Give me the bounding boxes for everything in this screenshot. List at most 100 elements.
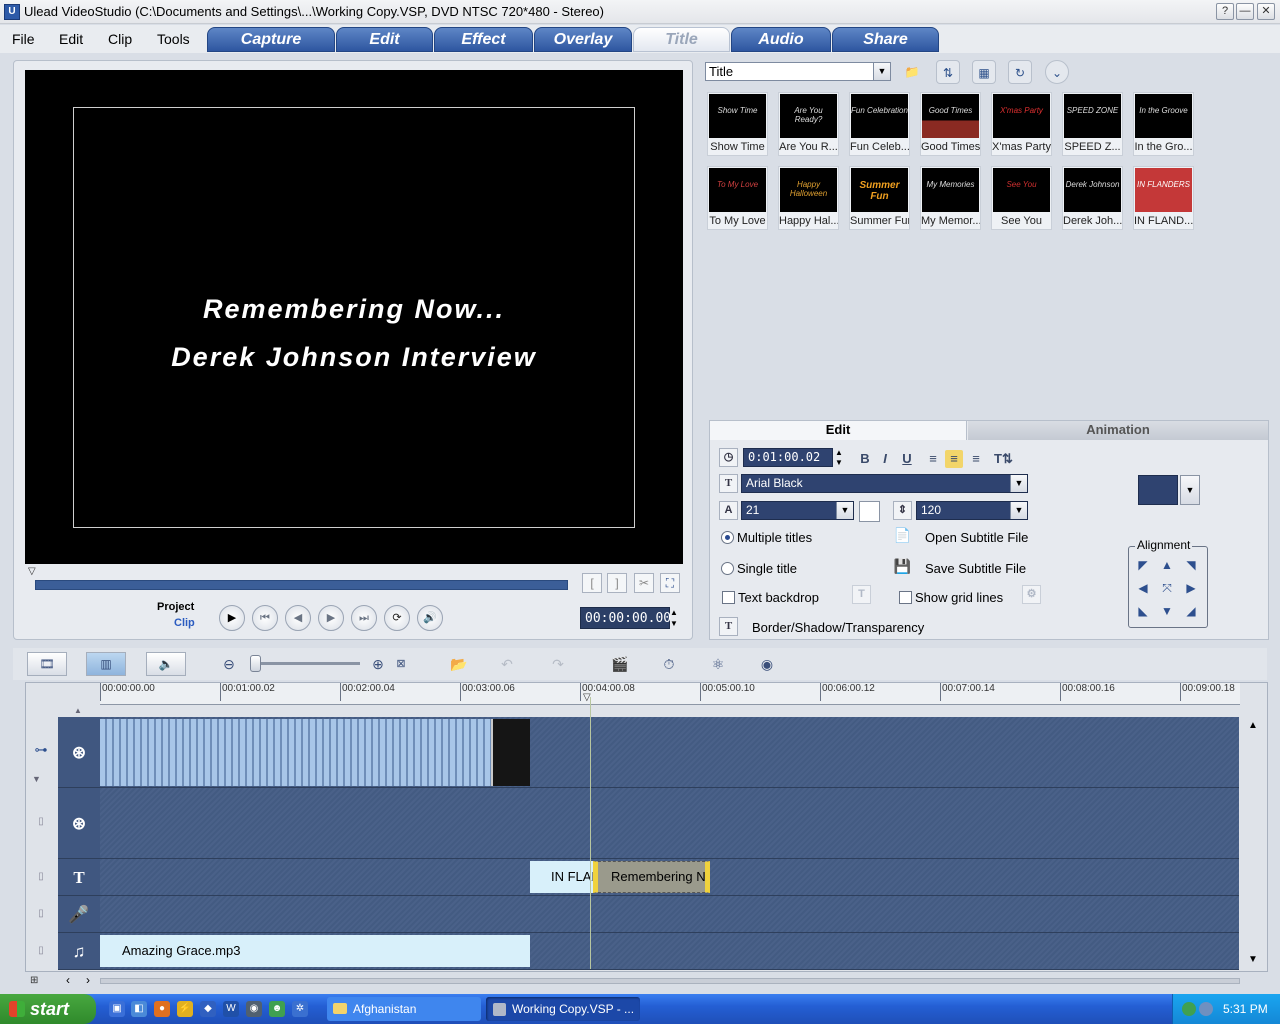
text-color-swatch[interactable]	[1138, 475, 1178, 505]
lock-icon[interactable]: ▯	[30, 867, 52, 887]
align-left-arrow-icon[interactable]: ◀	[1135, 580, 1151, 596]
tab-share[interactable]: Share	[832, 27, 939, 52]
backdrop-settings-icon[interactable]: T	[852, 585, 871, 604]
scroll-left-icon[interactable]: ‹	[66, 973, 70, 987]
desktop-icon[interactable]: ▣	[109, 1001, 125, 1017]
close-button[interactable]: ✕	[1257, 3, 1275, 20]
home-icon[interactable]: ⏮	[252, 605, 278, 631]
library-item[interactable]: In the Groove In the Gro...	[1133, 92, 1194, 156]
messenger-tray-icon[interactable]	[1182, 1002, 1196, 1016]
library-manager-icon[interactable]: ↻	[1008, 60, 1032, 84]
save-subtitle-icon[interactable]: 💾	[893, 558, 912, 577]
preview-screen[interactable]: Remembering Now... Derek Johnson Intervi…	[25, 70, 683, 564]
video-clip[interactable]	[100, 719, 491, 786]
library-item[interactable]: To My Love To My Love	[707, 166, 768, 230]
library-item[interactable]: X'mas Party X'mas Party	[991, 92, 1052, 156]
timeline-view-icon[interactable]: ▥	[86, 652, 126, 676]
zoom-slider-track[interactable]	[250, 662, 360, 665]
timecode-display[interactable]: 00:00:00.00	[580, 607, 671, 629]
timeline-horizontal-scrollbar[interactable]	[100, 978, 1240, 984]
music-track-icon[interactable]: ♫	[58, 933, 100, 970]
italic-button[interactable]: I	[876, 450, 894, 468]
tray-app-icon[interactable]: ✲	[292, 1001, 308, 1017]
winamp-icon[interactable]: ⚡	[177, 1001, 193, 1017]
menu-clip[interactable]: Clip	[108, 31, 132, 47]
mark-out-button[interactable]: ]	[607, 573, 627, 593]
media-icon[interactable]: ◉	[246, 1001, 262, 1017]
scrubber-marker-icon[interactable]: ▽	[28, 566, 36, 577]
chevron-down-icon[interactable]: ▼	[873, 63, 890, 80]
duration-spinner-icon[interactable]: ▲ ▼	[835, 448, 843, 468]
library-item[interactable]: Summer Fun Summer Fun	[849, 166, 910, 230]
font-dropdown[interactable]: Arial Black ▼	[741, 474, 1028, 493]
align-left-icon[interactable]: ≡	[924, 450, 942, 468]
border-shadow-transparency-button[interactable]: Border/Shadow/Transparency	[752, 620, 924, 635]
save-subtitle-button[interactable]: Save Subtitle File	[925, 561, 1026, 576]
time-ruler[interactable]: 00:00:00.00 00:01:00.02 00:02:00.04 00:0…	[100, 683, 1240, 705]
surround-sound-icon[interactable]: ◉	[754, 652, 780, 676]
messenger-icon[interactable]: ☻	[269, 1001, 285, 1017]
grid-settings-icon[interactable]: ⚙	[1022, 585, 1041, 604]
align-right-icon[interactable]: ≡	[967, 450, 985, 468]
sort-icon[interactable]: ⇅	[936, 60, 960, 84]
scroll-up-icon[interactable]: ▲	[1248, 720, 1258, 731]
project-mode-label[interactable]: Project	[157, 601, 194, 613]
align-center-icon[interactable]: ≡	[945, 450, 963, 468]
lock-icon[interactable]: ▯	[30, 941, 52, 961]
align-top-left-icon[interactable]: ◤	[1135, 557, 1151, 573]
help-button[interactable]: ?	[1216, 3, 1234, 20]
voice-track[interactable]	[100, 896, 1239, 933]
video-clip[interactable]	[491, 719, 530, 786]
insert-media-icon[interactable]: 📂	[446, 652, 472, 676]
library-item[interactable]: Derek Johnson Derek Joh...	[1062, 166, 1123, 230]
library-category-dropdown[interactable]: Title ▼	[705, 62, 891, 81]
tab-effect[interactable]: Effect	[434, 27, 533, 52]
library-item[interactable]: Good Times Good Times	[920, 92, 981, 156]
add-track-icon[interactable]: ⊞	[30, 975, 38, 986]
ripple-options-chevron-icon[interactable]: ▼	[32, 774, 41, 784]
overlay-track-icon[interactable]: ⊛	[58, 788, 100, 859]
firefox-icon[interactable]: ●	[154, 1001, 170, 1017]
library-item[interactable]: IN FLANDERS IN FLAND...	[1133, 166, 1194, 230]
overlay-track[interactable]	[100, 788, 1239, 859]
align-right-arrow-icon[interactable]: ▶	[1183, 580, 1199, 596]
fit-project-icon[interactable]: ⊠	[388, 652, 414, 676]
font-color-swatch[interactable]	[859, 501, 880, 522]
menu-file[interactable]: File	[12, 31, 35, 47]
library-item[interactable]: Happy Halloween Happy Hal...	[778, 166, 839, 230]
chevron-down-icon[interactable]: ▼	[1010, 502, 1027, 519]
expand-options-icon[interactable]: ⌄	[1045, 60, 1069, 84]
library-item[interactable]: Are You Ready? Are You R...	[778, 92, 839, 156]
cut-clip-icon[interactable]: ✂	[634, 573, 654, 593]
repeat-icon[interactable]: ⟳	[384, 605, 410, 631]
show-grid-lines-checkbox[interactable]	[899, 591, 912, 604]
library-item[interactable]: SPEED ZONE SPEED Z...	[1062, 92, 1123, 156]
tab-options-edit[interactable]: Edit	[710, 421, 967, 440]
previous-frame-icon[interactable]: ◀	[285, 605, 311, 631]
enlarge-preview-icon[interactable]: ⛶	[660, 573, 680, 593]
end-icon[interactable]: ⏭	[351, 605, 377, 631]
chevron-down-icon[interactable]: ▼	[1180, 475, 1200, 505]
track-manager-icon[interactable]: ⚛	[705, 652, 731, 676]
zoom-out-icon[interactable]: ⊖	[216, 652, 242, 676]
smart-proxy-icon[interactable]: 🎬	[607, 652, 633, 676]
scroll-down-icon[interactable]: ▼	[1248, 954, 1258, 965]
border-shadow-icon[interactable]: T	[719, 617, 738, 636]
tab-options-animation[interactable]: Animation	[968, 421, 1268, 440]
library-item[interactable]: My Memories My Memor...	[920, 166, 981, 230]
text-backdrop-checkbox[interactable]	[722, 591, 735, 604]
storyboard-view-icon[interactable]: 🎞	[27, 652, 67, 676]
timecode-spinner-icon[interactable]: ▲ ▼	[670, 607, 678, 629]
tab-audio[interactable]: Audio	[731, 27, 831, 52]
menu-edit[interactable]: Edit	[59, 31, 83, 47]
lock-icon[interactable]: ▯	[30, 812, 52, 832]
voice-track-icon[interactable]: 🎤	[58, 896, 100, 933]
mark-in-button[interactable]: [	[582, 573, 602, 593]
start-button[interactable]: start	[0, 994, 96, 1024]
scroll-up-tracks-icon[interactable]: ▲	[74, 706, 82, 715]
align-bottom-right-icon[interactable]: ◢	[1183, 603, 1199, 619]
library-item[interactable]: See You See You	[991, 166, 1052, 230]
volume-icon[interactable]: 🔊	[417, 605, 443, 631]
tab-title[interactable]: Title	[633, 27, 730, 52]
video-track-icon[interactable]: ⊛	[58, 717, 100, 788]
